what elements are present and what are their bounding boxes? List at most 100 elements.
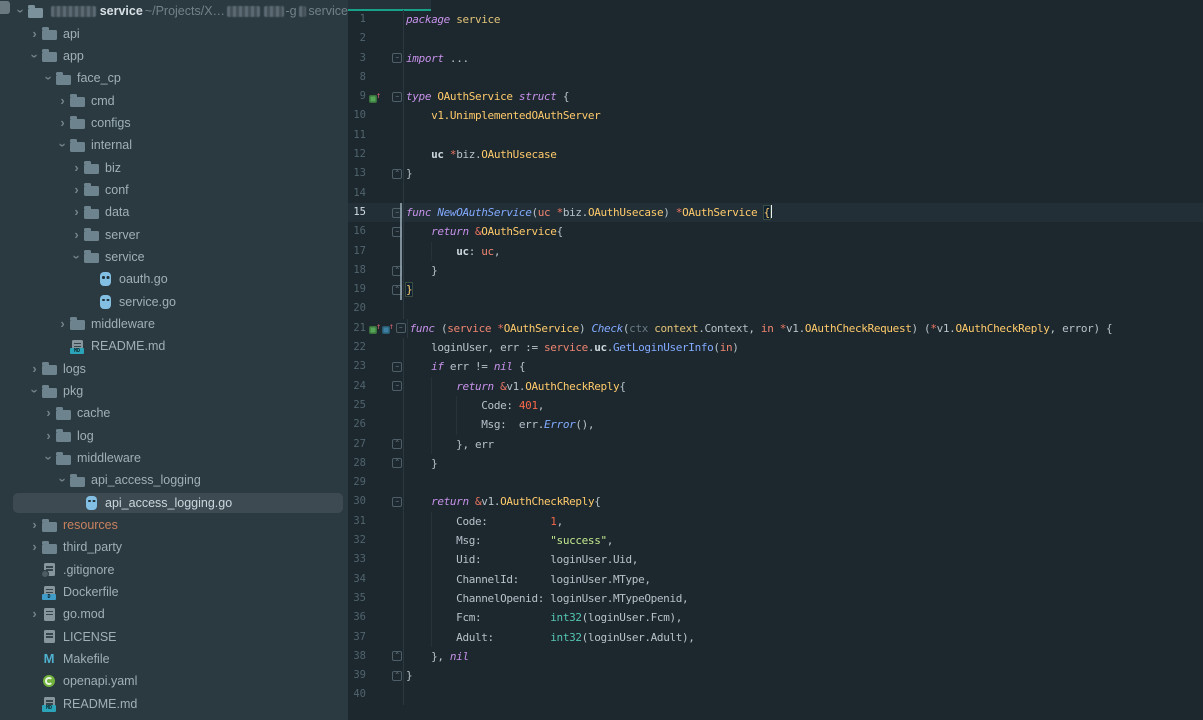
fold-start-marker[interactable]: −: [396, 323, 406, 333]
chevron-down-icon[interactable]: ›: [57, 474, 69, 487]
chevron-down-icon[interactable]: ›: [57, 139, 69, 152]
code-line-text[interactable]: Code: 1,: [406, 512, 1203, 531]
tree-item-cache[interactable]: ›cache: [0, 402, 348, 424]
code-line-text[interactable]: return &v1.OAuthCheckReply{: [406, 377, 1203, 396]
tree-item-go-mod[interactable]: ›go.mod: [0, 603, 348, 625]
tree-item-face-cp[interactable]: ›face_cp: [0, 67, 348, 89]
code-line-text[interactable]: func (service *OAuthService) Check(ctx c…: [410, 319, 1203, 338]
code-line-text[interactable]: }: [406, 280, 1203, 299]
tree-item--gitignore[interactable]: ›.gitignore: [0, 559, 348, 581]
code-line-text[interactable]: [406, 685, 1203, 704]
tree-item-api-access-logging-go[interactable]: ›api_access_logging.go: [0, 492, 348, 514]
fold-start-marker[interactable]: −: [392, 53, 402, 63]
code-line-text[interactable]: Msg: "success",: [406, 531, 1203, 550]
tree-item-server[interactable]: ›server: [0, 223, 348, 245]
tree-item-license[interactable]: ›LICENSE: [0, 626, 348, 648]
code-line-text[interactable]: ChannelOpenid: loginUser.MTypeOpenid,: [406, 589, 1203, 608]
tree-item-biz[interactable]: ›biz: [0, 156, 348, 178]
code-line-text[interactable]: func NewOAuthService(uc *biz.OAuthUsecas…: [406, 203, 1203, 222]
chevron-down-icon[interactable]: ›: [29, 385, 41, 398]
tree-item-openapi-yaml[interactable]: ›openapi.yaml: [0, 670, 348, 692]
tree-item-conf[interactable]: ›conf: [0, 179, 348, 201]
fold-start-marker[interactable]: −: [392, 381, 402, 391]
code-line-text[interactable]: }: [406, 261, 1203, 280]
tree-item-resources[interactable]: ›resources: [0, 514, 348, 536]
chevron-right-icon[interactable]: ›: [28, 28, 41, 40]
chevron-right-icon[interactable]: ›: [70, 229, 83, 241]
code-line-text[interactable]: package service: [406, 10, 1203, 29]
fold-end-marker[interactable]: ^: [392, 651, 402, 661]
implements-gutter-icon[interactable]: ↑: [369, 322, 381, 334]
chevron-down-icon[interactable]: ›: [15, 5, 27, 18]
chevron-right-icon[interactable]: ›: [42, 430, 55, 442]
overrides-gutter-icon[interactable]: ↑: [382, 322, 394, 334]
code-line-text[interactable]: Uid: loginUser.Uid,: [406, 550, 1203, 569]
chevron-right-icon[interactable]: ›: [70, 206, 83, 218]
chevron-right-icon[interactable]: ›: [42, 407, 55, 419]
code-line-text[interactable]: v1.UnimplementedOAuthServer: [406, 106, 1203, 125]
chevron-right-icon[interactable]: ›: [56, 318, 69, 330]
tree-item-api[interactable]: ›api: [0, 22, 348, 44]
code-line-text[interactable]: [406, 184, 1203, 203]
code-line-text[interactable]: Code: 401,: [406, 396, 1203, 415]
tree-item-cmd[interactable]: ›cmd: [0, 89, 348, 111]
code-line-text[interactable]: ChannelId: loginUser.MType,: [406, 570, 1203, 589]
tree-item-api-access-logging[interactable]: ›api_access_logging: [0, 469, 348, 491]
code-line-text[interactable]: loginUser, err := service.uc.GetLoginUse…: [406, 338, 1203, 357]
code-line-text[interactable]: Fcm: int32(loginUser.Fcm),: [406, 608, 1203, 627]
chevron-down-icon[interactable]: ›: [29, 49, 41, 62]
implements-gutter-icon[interactable]: ↑: [369, 91, 381, 103]
tree-item-makefile[interactable]: ›MMakefile: [0, 648, 348, 670]
code-line-text[interactable]: if err != nil {: [406, 357, 1203, 376]
code-line-text[interactable]: return &v1.OAuthCheckReply{: [406, 492, 1203, 511]
chevron-down-icon[interactable]: ›: [43, 72, 55, 85]
code-line-text[interactable]: }: [406, 666, 1203, 685]
code-line-text[interactable]: Adult: int32(loginUser.Adult),: [406, 628, 1203, 647]
fold-end-marker[interactable]: ^: [392, 169, 402, 179]
fold-start-marker[interactable]: −: [392, 362, 402, 372]
chevron-right-icon[interactable]: ›: [70, 162, 83, 174]
tree-item-service-go[interactable]: ›service.go: [0, 290, 348, 312]
code-line-text[interactable]: [406, 299, 1203, 318]
fold-end-marker[interactable]: ^: [392, 671, 402, 681]
tree-item-middleware[interactable]: ›middleware: [0, 447, 348, 469]
tree-item-oauth-go[interactable]: ›oauth.go: [0, 268, 348, 290]
tree-item-readme-md[interactable]: ›README.md: [0, 693, 348, 715]
tree-item-app[interactable]: ›app: [0, 45, 348, 67]
fold-start-marker[interactable]: −: [392, 92, 402, 102]
chevron-right-icon[interactable]: ›: [70, 184, 83, 196]
code-line-text[interactable]: [406, 68, 1203, 87]
tree-item-data[interactable]: ›data: [0, 201, 348, 223]
code-line-text[interactable]: }, err: [406, 435, 1203, 454]
tree-item-service[interactable]: ›service: [0, 246, 348, 268]
code-line-text[interactable]: uc: uc,: [406, 242, 1203, 261]
tree-item-middleware[interactable]: ›middleware: [0, 313, 348, 335]
chevron-right-icon[interactable]: ›: [28, 608, 41, 620]
code-line-text[interactable]: [406, 473, 1203, 492]
chevron-down-icon[interactable]: ›: [71, 250, 83, 263]
tree-item-pkg[interactable]: ›pkg: [0, 380, 348, 402]
chevron-down-icon[interactable]: ›: [43, 452, 55, 465]
tree-item-logs[interactable]: ›logs: [0, 358, 348, 380]
tree-item-dockerfile[interactable]: ›Dockerfile: [0, 581, 348, 603]
tree-item-third-party[interactable]: ›third_party: [0, 536, 348, 558]
chevron-right-icon[interactable]: ›: [28, 541, 41, 553]
code-line-text[interactable]: [406, 29, 1203, 48]
tree-item-log[interactable]: ›log: [0, 425, 348, 447]
code-line-text[interactable]: uc *biz.OAuthUsecase: [406, 145, 1203, 164]
chevron-right-icon[interactable]: ›: [28, 363, 41, 375]
code-line-text[interactable]: type OAuthService struct {: [406, 87, 1203, 106]
tree-item-readme-md[interactable]: ›README.md: [0, 335, 348, 357]
chevron-right-icon[interactable]: ›: [56, 95, 69, 107]
tree-item-internal[interactable]: ›internal: [0, 134, 348, 156]
code-line-text[interactable]: }: [406, 164, 1203, 183]
code-line-text[interactable]: import ...: [406, 49, 1203, 68]
code-line-text[interactable]: Msg: err.Error(),: [406, 415, 1203, 434]
code-line-text[interactable]: }: [406, 454, 1203, 473]
code-line-text[interactable]: [406, 126, 1203, 145]
fold-start-marker[interactable]: −: [392, 497, 402, 507]
fold-end-marker[interactable]: ^: [392, 458, 402, 468]
chevron-right-icon[interactable]: ›: [28, 519, 41, 531]
code-line-text[interactable]: }, nil: [406, 647, 1203, 666]
fold-end-marker[interactable]: ^: [392, 439, 402, 449]
